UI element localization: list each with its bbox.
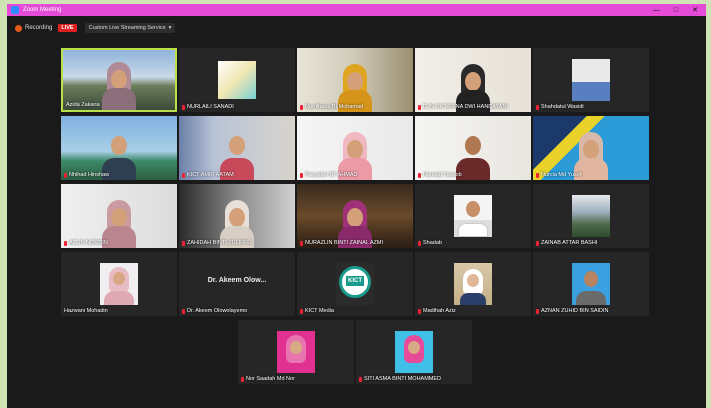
participant-name-label: AZNAN ZUHID BIN SAIDIN (536, 308, 609, 314)
recording-label[interactable]: Recording (25, 25, 52, 31)
participant-name-label: Shadab (418, 240, 442, 246)
video-tile[interactable]: AZNAN ZUHID BIN SAIDIN (533, 252, 649, 316)
participant-name-label: Shahdatul Wasidi (536, 104, 584, 110)
video-tile[interactable]: ZAINAB ATTAR BASHI (533, 184, 649, 248)
window-controls: — □ ✕ (653, 4, 698, 16)
profile-picture (395, 331, 433, 373)
muted-mic-icon (418, 104, 421, 110)
participant-name-label: Nurcia Md Yusof (536, 172, 581, 178)
profile-picture (454, 195, 492, 237)
muted-mic-icon (64, 172, 67, 178)
video-tile[interactable]: D.IN OKTARINA DWI HANDAYANI (415, 48, 531, 112)
minimize-button[interactable]: — (653, 7, 660, 14)
participant-display-name: Dr. Akeem Olow... (207, 277, 267, 284)
maximize-button[interactable]: □ (674, 7, 678, 14)
video-tile[interactable]: KICT AMIR AATAM (179, 116, 295, 180)
participant-name-label: D.IN OKTARINA DWI HANDAYANI (418, 104, 508, 110)
video-tile[interactable]: Hazwani Mohadin (61, 252, 177, 316)
muted-mic-icon (241, 376, 244, 382)
muted-mic-icon (536, 172, 539, 178)
muted-mic-icon (182, 308, 185, 314)
video-tile[interactable]: NURLAILI SANADI (179, 48, 295, 112)
profile-picture (454, 263, 492, 305)
muted-mic-icon (536, 308, 539, 314)
stream-label: Custom Live Streaming Service (88, 25, 166, 31)
participant-name-label: Rasyidah BT AHMAD (300, 172, 357, 178)
close-button[interactable]: ✕ (692, 6, 698, 14)
video-tile[interactable]: Rasyidah BT AHMAD (297, 116, 413, 180)
muted-mic-icon (300, 240, 303, 246)
muted-mic-icon (536, 240, 539, 246)
live-streaming-dropdown[interactable]: Custom Live Streaming Service ▾ (84, 23, 176, 33)
zoom-window: Zoom Meeting — □ ✕ Recording LIVE Custom… (7, 4, 706, 408)
video-tile[interactable]: Hamaid Yaacob (415, 116, 531, 180)
muted-mic-icon (182, 104, 185, 110)
video-tile[interactable]: SITI ASMA BINTI MOHAMMED (356, 320, 472, 384)
participant-name-label: NURAZLIN BINTI ZAINAL AZMI (300, 240, 383, 246)
profile-picture (572, 263, 610, 305)
muted-mic-icon (300, 308, 303, 314)
muted-mic-icon (300, 104, 303, 110)
profile-picture (572, 59, 610, 101)
muted-mic-icon (418, 240, 421, 246)
title-bar: Zoom Meeting — □ ✕ (7, 4, 706, 16)
recording-icon (15, 24, 22, 32)
muted-mic-icon (300, 172, 303, 178)
participant-name-label: KICT Media (300, 308, 334, 314)
profile-picture (572, 195, 610, 237)
participant-name-label: SITI ASMA BINTI MOHAMMED (359, 376, 441, 382)
video-tile[interactable]: Azida Zakaria (61, 48, 177, 112)
video-tile[interactable]: ZAHIDAH BINTI ZULKIFLI (179, 184, 295, 248)
video-tile[interactable]: KICT KICT Media (297, 252, 413, 316)
profile-picture (100, 263, 138, 305)
muted-mic-icon (418, 308, 421, 314)
muted-mic-icon (418, 172, 421, 178)
participant-name-label: AZLIN NORDIN (64, 240, 108, 246)
profile-picture (277, 331, 315, 373)
participant-name-label: ZAINAB ATTAR BASHI (536, 240, 597, 246)
kict-logo: KICT (336, 263, 374, 305)
participant-name-label: Dr. Akeem Olowolayemo (182, 308, 247, 314)
participant-name-label: Nhihad Hinshaw (64, 172, 109, 178)
window-title: Zoom Meeting (23, 7, 62, 13)
chevron-down-icon: ▾ (168, 25, 172, 31)
muted-mic-icon (182, 240, 185, 246)
video-tile[interactable]: Nurulhana Bt Mohamad (297, 48, 413, 112)
meeting-toolbar: Recording LIVE Custom Live Streaming Ser… (7, 18, 706, 38)
participant-name-label: Hazwani Mohadin (64, 308, 108, 314)
video-tile[interactable]: Nor Saadah Md Nor (238, 320, 354, 384)
muted-mic-icon (182, 172, 185, 178)
zoom-app-icon (11, 6, 19, 14)
participant-name-label: ZAHIDAH BINTI ZULKIFLI (182, 240, 252, 246)
video-tile[interactable]: Madihah Aziz (415, 252, 531, 316)
muted-mic-icon (536, 104, 539, 110)
participant-name-label: Azida Zakaria (66, 102, 100, 108)
participant-name-label: Hamaid Yaacob (418, 172, 462, 178)
muted-mic-icon (64, 240, 67, 246)
video-tile[interactable]: Nhihad Hinshaw (61, 116, 177, 180)
video-tile[interactable]: Nurcia Md Yusof (533, 116, 649, 180)
video-tile[interactable]: Dr. Akeem Olow... Dr. Akeem Olowolayemo (179, 252, 295, 316)
profile-picture (218, 61, 256, 99)
participant-name-label: Madihah Aziz (418, 308, 456, 314)
participant-name-label: Nor Saadah Md Nor (241, 376, 295, 382)
live-badge: LIVE (58, 24, 77, 32)
participant-name-label: KICT AMIR AATAM (182, 172, 234, 178)
participant-avatar (102, 60, 136, 110)
participant-name-label: Nurulhana Bt Mohamad (300, 104, 363, 110)
video-tile[interactable]: Shadab (415, 184, 531, 248)
video-tile[interactable]: AZLIN NORDIN (61, 184, 177, 248)
muted-mic-icon (359, 376, 362, 382)
video-tile[interactable]: Shahdatul Wasidi (533, 48, 649, 112)
participant-name-label: NURLAILI SANADI (182, 104, 234, 110)
video-tile[interactable]: NURAZLIN BINTI ZAINAL AZMI (297, 184, 413, 248)
